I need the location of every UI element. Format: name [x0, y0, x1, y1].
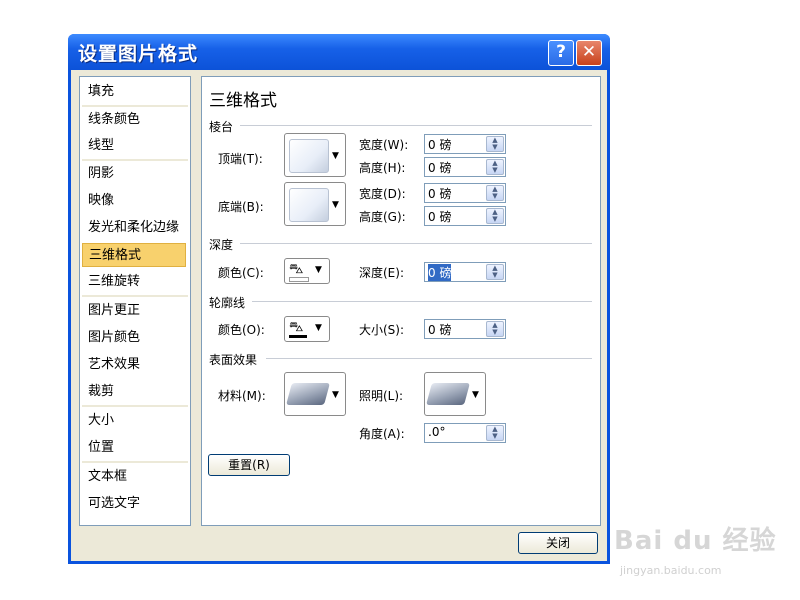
dialog-title: 设置图片格式 [78, 43, 199, 65]
material-picker[interactable]: ▼ [284, 372, 346, 416]
panel-title: 三维格式 [209, 91, 277, 111]
top-width-spinner[interactable]: 0 磅 ▲ ▼ [424, 134, 506, 154]
bottom-height-spinner[interactable]: 0 磅 ▲ ▼ [424, 206, 506, 226]
depth-color-picker[interactable]: ⛍ ▼ [284, 258, 330, 284]
dropdown-arrow-icon: ▼ [472, 390, 479, 400]
spinner-arrows-icon[interactable]: ▲ ▼ [486, 136, 504, 152]
reset-button[interactable]: 重置(R) [208, 454, 290, 476]
nav-item-fill[interactable]: 填充 [82, 80, 186, 104]
depth-label: 深度(E): [359, 266, 404, 280]
lighting-label: 照明(L): [359, 389, 404, 403]
dropdown-arrow-icon: ▼ [332, 200, 339, 210]
bottom-bevel-label: 底端(B): [218, 200, 264, 214]
material-label: 材料(M): [218, 389, 266, 403]
contour-color-picker[interactable]: ⛍ ▼ [284, 316, 330, 342]
top-height-spinner[interactable]: 0 磅 ▲ ▼ [424, 157, 506, 177]
close-window-button[interactable]: ✕ [576, 40, 602, 66]
material-preview-icon [286, 383, 330, 405]
contour-color-label: 颜色(O): [218, 323, 265, 337]
spinner-arrows-icon[interactable]: ▲ ▼ [486, 185, 504, 201]
angle-spinner[interactable]: .0° ▲ ▼ [424, 423, 506, 443]
bottom-width-spinner[interactable]: 0 磅 ▲ ▼ [424, 183, 506, 203]
section-bevel: 棱台 [209, 120, 234, 134]
top-bevel-label: 顶端(T): [218, 152, 263, 166]
contour-size-spinner[interactable]: 0 磅 ▲ ▼ [424, 319, 506, 339]
spinner-arrows-icon[interactable]: ▲ ▼ [486, 159, 504, 175]
nav-item-text-box[interactable]: 文本框 [82, 465, 186, 489]
top-width-label: 宽度(W): [359, 138, 409, 152]
spinner-arrows-icon[interactable]: ▲ ▼ [486, 264, 504, 280]
spinner-arrows-icon[interactable]: ▲ ▼ [486, 208, 504, 224]
bottom-width-label: 宽度(D): [359, 187, 406, 201]
section-contour: 轮廓线 [209, 296, 246, 310]
nav-item-reflection[interactable]: 映像 [82, 189, 186, 213]
top-height-label: 高度(H): [359, 161, 406, 175]
depth-spinner[interactable]: 0 磅 ▲ ▼ [424, 262, 506, 282]
contour-size-label: 大小(S): [359, 323, 405, 337]
section-depth: 深度 [209, 238, 234, 252]
lighting-preview-icon [426, 383, 470, 405]
bottom-bevel-picker[interactable]: ▼ [284, 182, 346, 226]
color-swatch [289, 277, 309, 282]
nav-item-shadow[interactable]: 阴影 [82, 162, 186, 186]
color-swatch [289, 335, 307, 338]
bevel-preview-icon [289, 139, 329, 173]
dropdown-arrow-icon: ▼ [332, 151, 339, 161]
category-list: 填充 线条颜色 线型 阴影 映像 发光和柔化边缘 三维格式 三维旋转 图片更正 … [79, 76, 191, 526]
nav-item-glow[interactable]: 发光和柔化边缘 [82, 216, 186, 240]
nav-item-3d-format[interactable]: 三维格式 [82, 243, 186, 267]
nav-item-picture-color[interactable]: 图片颜色 [82, 326, 186, 350]
nav-item-position[interactable]: 位置 [82, 436, 186, 460]
dropdown-arrow-icon: ▼ [315, 323, 322, 333]
top-bevel-picker[interactable]: ▼ [284, 133, 346, 177]
nav-item-size[interactable]: 大小 [82, 409, 186, 433]
format-picture-dialog: 设置图片格式 ? ✕ 填充 线条颜色 线型 阴影 映像 发光和柔化边缘 三维格式… [68, 34, 610, 564]
lighting-picker[interactable]: ▼ [424, 372, 486, 416]
section-surface: 表面效果 [209, 353, 258, 367]
nav-item-artistic-effects[interactable]: 艺术效果 [82, 353, 186, 377]
nav-item-alt-text[interactable]: 可选文字 [82, 492, 186, 516]
help-button[interactable]: ? [548, 40, 574, 66]
spinner-arrows-icon[interactable]: ▲ ▼ [486, 425, 504, 441]
settings-panel: 三维格式 棱台 顶端(T): ▼ 宽度(W): 0 磅 ▲ ▼ 高度(H): 0 磅… [201, 76, 601, 526]
dialog-body: 填充 线条颜色 线型 阴影 映像 发光和柔化边缘 三维格式 三维旋转 图片更正 … [71, 70, 607, 561]
spinner-arrows-icon[interactable]: ▲ ▼ [486, 321, 504, 337]
nav-item-line-color[interactable]: 线条颜色 [82, 108, 186, 132]
baidu-watermark: Bai du 经验 [614, 526, 777, 556]
angle-label: 角度(A): [359, 427, 405, 441]
bottom-height-label: 高度(G): [359, 210, 406, 224]
nav-item-3d-rotation[interactable]: 三维旋转 [82, 270, 186, 294]
nav-item-line-style[interactable]: 线型 [82, 134, 186, 158]
dropdown-arrow-icon: ▼ [315, 265, 322, 275]
dropdown-arrow-icon: ▼ [332, 390, 339, 400]
depth-color-label: 颜色(C): [218, 266, 264, 280]
watermark-url: jingyan.baidu.com [620, 564, 722, 577]
nav-item-picture-corrections[interactable]: 图片更正 [82, 299, 186, 323]
title-bar[interactable]: 设置图片格式 ? ✕ [68, 34, 610, 70]
nav-item-crop[interactable]: 裁剪 [82, 380, 186, 404]
close-button[interactable]: 关闭 [518, 532, 598, 554]
bevel-preview-icon [289, 188, 329, 222]
